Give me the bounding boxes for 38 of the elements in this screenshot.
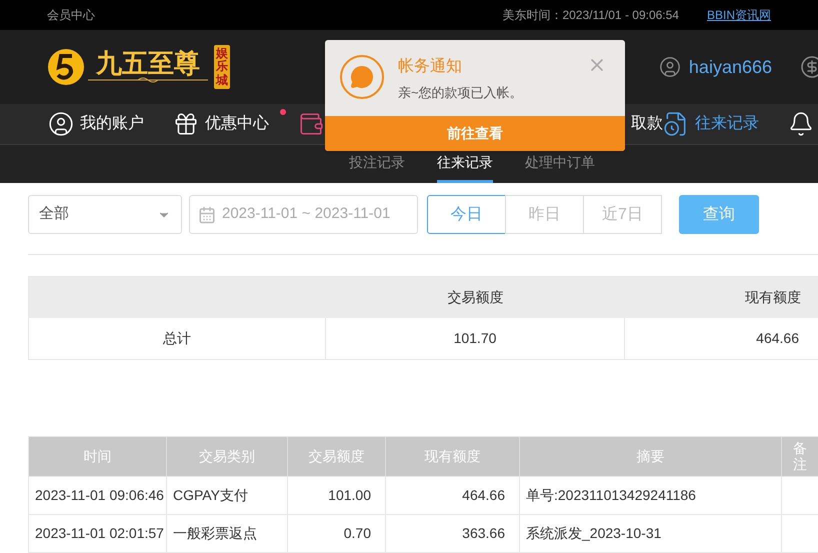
logo-text: 九五至尊 bbox=[96, 50, 200, 76]
logo-ornament-icon bbox=[88, 76, 208, 84]
user-icon[interactable] bbox=[48, 111, 74, 137]
dollar-icon[interactable] bbox=[800, 55, 818, 79]
table-cell: 2023-11-01 09:06:46 bbox=[29, 477, 167, 514]
table-cell: 464.66 bbox=[386, 477, 520, 514]
table-cell: 总计 bbox=[29, 318, 326, 359]
table-cell: 单号:202311013429241186 bbox=[520, 477, 782, 514]
wallet-icon[interactable] bbox=[298, 111, 324, 137]
table-cell: 0.70 bbox=[288, 515, 386, 552]
table-cell: 363.66 bbox=[386, 515, 520, 552]
column-header: 交易额度 bbox=[446, 288, 504, 307]
nav-item[interactable]: 我的账户 bbox=[80, 112, 144, 136]
table-cell: 2023-11-01 02:01:57 bbox=[29, 515, 167, 552]
user-icon bbox=[658, 56, 681, 78]
bell-icon[interactable] bbox=[788, 111, 814, 137]
calendar-icon bbox=[198, 206, 216, 224]
column-header: 现有额度 bbox=[744, 288, 802, 307]
gift-icon[interactable] bbox=[173, 111, 199, 137]
type-select[interactable]: 全部 bbox=[28, 195, 182, 234]
range-tab[interactable]: 今日 bbox=[427, 195, 506, 234]
table-cell: 101.70 bbox=[326, 318, 625, 359]
nav-item[interactable]: 取款 bbox=[631, 112, 663, 136]
time-text: 美东时间：2023/11/01 - 09:06:54 bbox=[502, 7, 679, 24]
table-cell: 101.00 bbox=[288, 477, 386, 514]
logo-emblem-icon bbox=[46, 47, 86, 87]
table-cell-text: 464.66 bbox=[755, 329, 800, 348]
member-center-link[interactable]: 会员中心 bbox=[47, 6, 95, 24]
notification-message: 亲~您的款项已入帐。 bbox=[398, 84, 523, 102]
nav-item[interactable]: 优惠中心 bbox=[205, 112, 269, 136]
logo-badge: 娱乐城 bbox=[214, 45, 230, 89]
nav-item[interactable]: 往来记录 bbox=[695, 112, 759, 136]
table-cell: 系统派发_2023-10-31 bbox=[520, 515, 782, 552]
notification-title: 帐务通知 bbox=[398, 56, 463, 77]
table-cell: CGPAY支付 bbox=[167, 477, 288, 514]
news-link[interactable]: BBIN资讯网 bbox=[706, 6, 771, 24]
username[interactable]: haiyan666 bbox=[688, 54, 772, 80]
table-cell: 一般彩票返点 bbox=[167, 515, 288, 552]
